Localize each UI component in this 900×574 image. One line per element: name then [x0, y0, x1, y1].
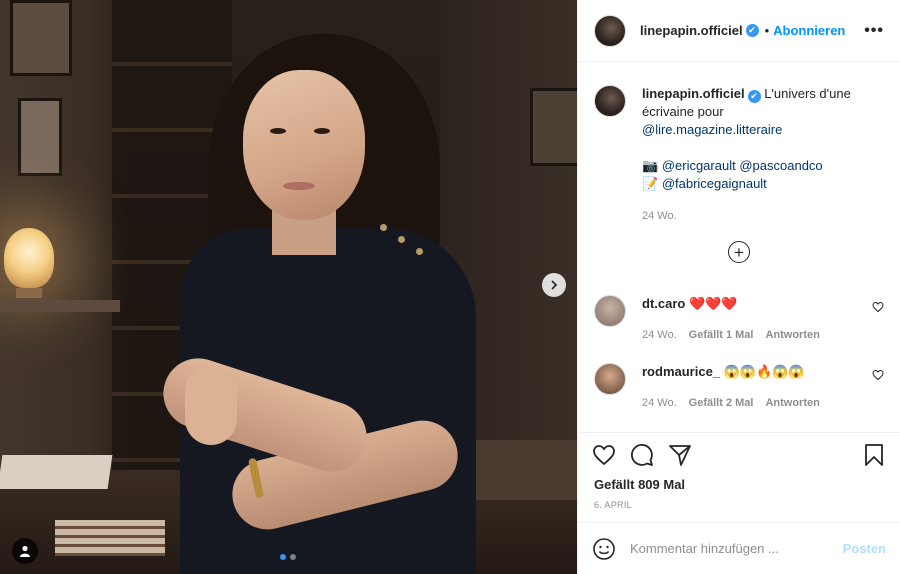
comment-username[interactable]: rodmaurice_ [642, 364, 720, 379]
lamp [4, 228, 54, 288]
tagged-users-button[interactable] [12, 538, 38, 564]
lamp-base [16, 288, 42, 298]
comment-text: ❤️❤️❤️ [688, 296, 738, 311]
comment-text: 😱😱🔥😱😱 [723, 364, 805, 379]
share-paper-plane-icon[interactable] [668, 443, 692, 467]
action-icons [592, 433, 886, 477]
comment-body: rodmaurice_ 😱😱🔥😱😱 24 Wo. Gefällt 2 Mal A… [642, 363, 820, 412]
user-icon [20, 545, 30, 557]
comment-likes[interactable]: Gefällt 2 Mal [689, 394, 754, 412]
carousel-next-button[interactable] [542, 273, 566, 297]
comment-item: dt.caro ❤️❤️❤️ 24 Wo. Gefällt 1 Mal Antw… [594, 295, 884, 344]
person-lips [283, 182, 315, 190]
comment-actions: 24 Wo. Gefällt 2 Mal Antworten [642, 394, 820, 412]
caption-body: linepapin.officiel ✔ L'univers d'une écri… [642, 85, 884, 225]
load-more-comments-button[interactable]: + [728, 241, 750, 263]
mention-link[interactable]: @ericgarault [662, 158, 736, 173]
caption-age: 24 Wo. [642, 210, 677, 222]
comment-bubble-icon[interactable] [630, 443, 654, 467]
mention-link[interactable]: @fabricegaignault [662, 176, 767, 191]
papers [0, 455, 113, 489]
carousel-dot [290, 554, 296, 560]
person-eye [270, 128, 286, 134]
comment-age: 24 Wo. [642, 397, 677, 409]
reply-button[interactable]: Antworten [765, 326, 819, 344]
sweater-button [380, 224, 387, 231]
commenter-avatar[interactable] [594, 295, 626, 327]
post-photo[interactable] [0, 0, 577, 574]
author-avatar[interactable] [594, 14, 626, 47]
post-sidebar: linepapin.officiel ✔ • Abonnieren ••• li… [577, 0, 900, 574]
emoji-smiley-icon[interactable] [592, 537, 616, 561]
comment-input[interactable]: Kommentar hinzufügen ... [630, 541, 843, 556]
sweater-button [398, 236, 405, 243]
like-comment-heart-icon[interactable] [872, 369, 884, 381]
picture-frame [10, 0, 72, 76]
author-avatar[interactable] [594, 85, 626, 117]
sweater-button [416, 248, 423, 255]
comment-username[interactable]: dt.caro [642, 296, 685, 311]
reply-button[interactable]: Antworten [765, 394, 819, 412]
verified-badge-icon: ✔ [747, 89, 761, 103]
person-eye [314, 128, 330, 134]
comment-age: 24 Wo. [642, 329, 677, 341]
save-bookmark-icon[interactable] [862, 443, 886, 467]
books-stack [55, 520, 165, 556]
carousel-indicator [280, 554, 296, 560]
more-options-icon[interactable]: ••• [864, 22, 884, 40]
verified-badge-icon: ✔ [745, 24, 759, 37]
chevron-right-icon [551, 280, 558, 290]
follow-button[interactable]: Abonnieren [773, 23, 845, 38]
comments-area: linepapin.officiel ✔ L'univers d'une écri… [578, 63, 900, 433]
memo-emoji: 📝 [642, 176, 659, 191]
carousel-dot-active [280, 554, 286, 560]
post-caption: linepapin.officiel ✔ L'univers d'une écri… [594, 85, 884, 225]
post-header: linepapin.officiel ✔ • Abonnieren ••• [578, 0, 900, 62]
picture-frame [18, 98, 62, 176]
picture-frame [530, 88, 577, 166]
person-hand [185, 365, 237, 445]
separator: • [764, 23, 770, 38]
post-date: 6. APRIL [594, 500, 632, 510]
comment-body: dt.caro ❤️❤️❤️ 24 Wo. Gefällt 1 Mal Antw… [642, 295, 820, 344]
mention-link[interactable]: @pascoandco [739, 158, 822, 173]
comment-item: rodmaurice_ 😱😱🔥😱😱 24 Wo. Gefällt 2 Mal A… [594, 363, 884, 412]
like-heart-icon[interactable] [592, 443, 616, 467]
post-actions: Gefällt 809 Mal 6. APRIL [578, 432, 900, 510]
comment-actions: 24 Wo. Gefällt 1 Mal Antworten [642, 326, 820, 344]
author-username[interactable]: linepapin.officiel [640, 23, 743, 38]
camera-emoji: 📷 [642, 158, 659, 173]
commenter-avatar[interactable] [594, 363, 626, 395]
like-comment-heart-icon[interactable] [872, 301, 884, 313]
likes-count[interactable]: Gefällt 809 Mal [592, 477, 886, 492]
mantle [0, 300, 120, 312]
post-comment-button[interactable]: Posten [843, 541, 886, 556]
add-comment-bar: Kommentar hinzufügen ... Posten [578, 522, 900, 574]
caption-username[interactable]: linepapin.officiel [642, 86, 745, 101]
mention-link[interactable]: @lire.magazine.litteraire [642, 122, 782, 137]
person-face [243, 70, 365, 220]
comment-likes[interactable]: Gefällt 1 Mal [689, 326, 754, 344]
